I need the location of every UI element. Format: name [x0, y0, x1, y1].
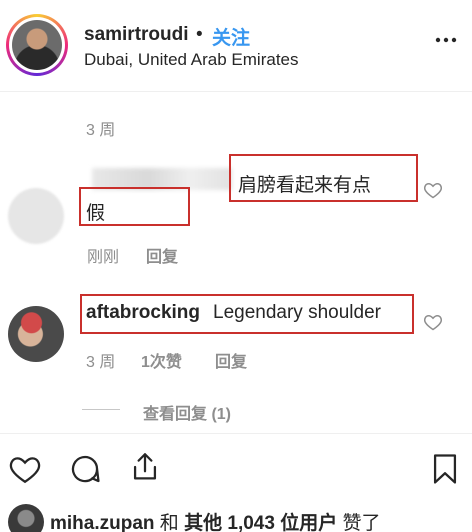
replies-divider-line — [82, 409, 120, 410]
location-link[interactable]: Dubai, United Arab Emirates — [84, 50, 299, 70]
avatar-border — [9, 17, 65, 73]
comment-icon[interactable] — [68, 452, 102, 486]
liker-avatar[interactable] — [8, 504, 44, 532]
annotation-box — [79, 187, 190, 226]
likes-others-link[interactable]: 其他 1,043 位用户 — [184, 513, 337, 532]
reply-button[interactable]: 回复 — [146, 243, 178, 267]
annotation-box — [80, 294, 414, 334]
comment-like-heart-icon[interactable] — [423, 312, 443, 332]
comment-like-heart-icon[interactable] — [423, 180, 443, 200]
heart-icon[interactable] — [8, 452, 42, 486]
comment-time: 3 周 — [86, 354, 116, 371]
share-icon[interactable] — [128, 450, 162, 484]
comment-likes-count[interactable]: 1次赞 — [141, 348, 182, 372]
likes-and: 和 — [159, 513, 179, 532]
annotation-box — [229, 154, 418, 202]
likes-summary-text: miha.zupan 和 其他 1,043 位用户 赞了 — [50, 508, 381, 532]
bookmark-icon[interactable] — [428, 452, 462, 486]
profile-avatar[interactable] — [6, 14, 68, 76]
section-divider — [0, 433, 472, 434]
more-horizontal-icon[interactable] — [434, 28, 458, 52]
avatar-image — [12, 20, 62, 70]
follow-button[interactable]: 关注 — [212, 23, 250, 50]
comment-time: 刚刚 — [87, 249, 120, 266]
likes-summary: miha.zupan 和 其他 1,043 位用户 赞了 — [8, 502, 472, 532]
post-header: samirtroudi • 关注 Dubai, United Arab Emir… — [0, 0, 472, 92]
reply-button[interactable]: 回复 — [215, 348, 247, 372]
commenter-avatar-blurred[interactable] — [8, 188, 64, 244]
separator-dot: • — [196, 24, 203, 45]
liker-username[interactable]: miha.zupan — [50, 513, 155, 532]
commenter-avatar[interactable] — [8, 306, 64, 362]
view-replies-button[interactable]: 查看回复 (1) — [143, 400, 231, 424]
post-timestamp: 3 周 — [86, 122, 116, 139]
likes-suffix: 赞了 — [342, 513, 381, 532]
username-link[interactable]: samirtroudi — [84, 24, 189, 46]
